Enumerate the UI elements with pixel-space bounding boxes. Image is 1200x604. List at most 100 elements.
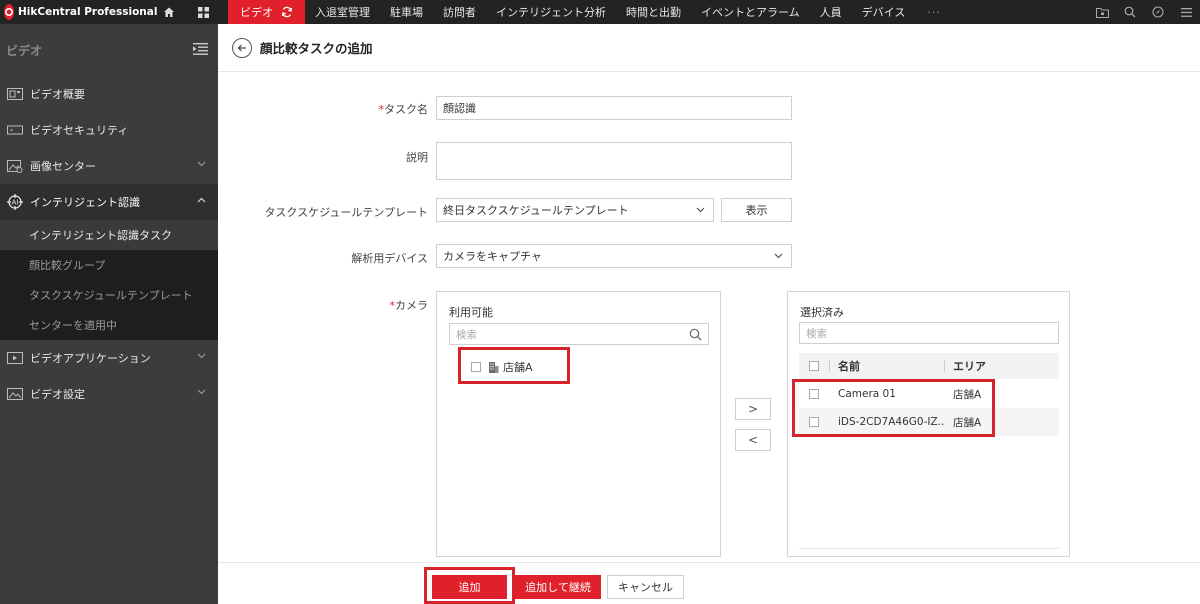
selected-search-input[interactable]: 検索	[799, 322, 1059, 344]
nav-item-parking[interactable]: 駐車場	[380, 0, 433, 24]
chevron-right-icon: >	[747, 402, 759, 416]
available-search-input[interactable]: 検索	[449, 323, 709, 345]
row-checkbox[interactable]	[809, 389, 819, 399]
available-cameras-panel: 利用可能 検索 店舗A	[436, 291, 721, 557]
refresh-icon	[281, 6, 293, 18]
collapse-sidebar-button[interactable]	[193, 42, 208, 58]
camera-label: *カメラ	[389, 299, 429, 312]
nav-more[interactable]: ···	[915, 0, 953, 24]
nav-item-visitor[interactable]: 訪問者	[433, 0, 486, 24]
schedule-template-label: タスクスケジュールテンプレート	[264, 206, 428, 219]
top-right-tools	[1088, 0, 1200, 24]
nav-item-time-attendance[interactable]: 時間と出勤	[616, 0, 691, 24]
page-title: 顔比較タスクの追加	[260, 41, 373, 56]
intelligent-recognition-icon: AI	[6, 193, 24, 211]
chevron-down-icon	[696, 207, 705, 213]
chevron-down-icon	[197, 161, 206, 167]
sidebar: ビデオ ビデオ概要 ビデオセキュリティ 画像センター AI インテリジェント認識…	[0, 24, 218, 604]
back-button[interactable]	[232, 37, 252, 58]
home-button[interactable]	[152, 0, 186, 24]
nav-item-intelligent-analysis[interactable]: インテリジェント分析	[486, 0, 616, 24]
svg-text:AI: AI	[12, 199, 19, 207]
image-center-icon	[6, 157, 24, 175]
camera-name: Camera 01	[838, 388, 896, 400]
sidebar-item-video-overview[interactable]: ビデオ概要	[0, 76, 218, 112]
cancel-button[interactable]: キャンセル	[607, 575, 684, 599]
form-footer: 追加 追加して継続 キャンセル	[218, 562, 1200, 604]
building-icon	[489, 362, 499, 373]
table-row[interactable]: iDS-2CD7A46G0-IZ... 店舗A	[799, 408, 1059, 436]
video-settings-icon	[6, 385, 24, 403]
selected-title: 選択済み	[800, 306, 844, 319]
home-icon	[164, 7, 174, 17]
task-name-input[interactable]: 顔認識	[436, 96, 792, 120]
add-button[interactable]: 追加	[432, 575, 507, 599]
collapse-menu-icon	[193, 42, 208, 55]
camera-area: 店舗A	[953, 388, 982, 401]
chevron-up-icon	[197, 197, 206, 203]
table-bottom-divider	[799, 548, 1059, 549]
brand: HikCentral Professional	[0, 0, 157, 24]
intelligent-recognition-submenu: インテリジェント認識タスク 顔比較グループ タスクスケジュールテンプレート セン…	[0, 220, 218, 340]
sidebar-subitem-schedule-template[interactable]: タスクスケジュールテンプレート	[0, 280, 218, 310]
description-label: 説明	[406, 151, 428, 164]
sidebar-subitem-applying-center[interactable]: センターを適用中	[0, 310, 218, 340]
modules-button[interactable]	[186, 0, 220, 24]
select-all-checkbox[interactable]	[809, 361, 819, 371]
row-checkbox[interactable]	[809, 417, 819, 427]
menu-button[interactable]	[1172, 0, 1200, 24]
chevron-down-icon	[774, 253, 783, 259]
grid-icon	[197, 6, 209, 18]
table-row[interactable]: Camera 01 店舗A	[799, 380, 1059, 408]
move-right-button[interactable]: >	[735, 398, 771, 420]
available-title: 利用可能	[449, 306, 493, 319]
column-header-name: 名前	[838, 360, 860, 373]
page-header: 顔比較タスクの追加	[218, 24, 1200, 72]
nav-item-video[interactable]: ビデオ	[228, 0, 305, 24]
task-name-label: *タスク名	[378, 103, 429, 116]
schedule-template-select[interactable]: 終日タスクスケジュールテンプレート	[436, 198, 714, 222]
top-bar: HikCentral Professional ビデオ 入退室管理 駐車場 訪問…	[0, 0, 1200, 24]
analysis-device-select[interactable]: カメラをキャプチャ	[436, 244, 792, 268]
selected-cameras-panel: 選択済み 検索 名前 エリア Camera 01 店舗A iDS-2CD7A46…	[787, 291, 1070, 557]
tree-node-store-a[interactable]: 店舗A	[471, 359, 533, 375]
nav-item-access-control[interactable]: 入退室管理	[305, 0, 380, 24]
camera-name: iDS-2CD7A46G0-IZ...	[838, 416, 944, 428]
compass-icon	[1152, 6, 1164, 18]
nav-item-devices[interactable]: デバイス	[852, 0, 916, 24]
sidebar-item-video-settings[interactable]: ビデオ設定	[0, 376, 218, 412]
folder-button[interactable]	[1088, 0, 1116, 24]
camera-area: 店舗A	[953, 416, 982, 429]
nav-item-persons[interactable]: 人員	[810, 0, 852, 24]
sidebar-subitem-face-group[interactable]: 顔比較グループ	[0, 250, 218, 280]
sidebar-header: ビデオ	[0, 24, 218, 76]
chevron-down-icon	[197, 353, 206, 359]
selected-table-header: 名前 エリア	[799, 353, 1059, 379]
video-overview-icon	[6, 85, 24, 103]
app-title: HikCentral Professional	[18, 6, 158, 18]
video-security-icon	[6, 121, 24, 139]
maintenance-button[interactable]	[1144, 0, 1172, 24]
search-button[interactable]	[1116, 0, 1144, 24]
chevron-left-icon: <	[747, 433, 759, 447]
nav-item-events-alarms[interactable]: イベントとアラーム	[691, 0, 810, 24]
search-icon	[1124, 6, 1136, 18]
main-nav: ビデオ 入退室管理 駐車場 訪問者 インテリジェント分析 時間と出勤 イベントと…	[228, 0, 953, 24]
search-icon	[689, 328, 702, 341]
add-and-continue-button[interactable]: 追加して継続	[515, 575, 601, 599]
folder-icon	[1095, 7, 1109, 18]
hamburger-menu-icon	[1180, 7, 1192, 17]
checkbox[interactable]	[471, 362, 481, 372]
show-template-button[interactable]: 表示	[721, 198, 792, 222]
sidebar-item-video-security[interactable]: ビデオセキュリティ	[0, 112, 218, 148]
sidebar-item-intelligent-recognition[interactable]: AI インテリジェント認識	[0, 184, 218, 220]
sidebar-item-video-application[interactable]: ビデオアプリケーション	[0, 340, 218, 376]
sidebar-title: ビデオ	[6, 43, 43, 58]
sidebar-item-image-center[interactable]: 画像センター	[0, 148, 218, 184]
hikcentral-logo-icon	[4, 4, 14, 20]
move-left-button[interactable]: <	[735, 429, 771, 451]
description-textarea[interactable]	[436, 142, 792, 180]
sidebar-subitem-recognition-task[interactable]: インテリジェント認識タスク	[0, 220, 218, 250]
arrow-left-icon	[237, 44, 246, 51]
video-application-icon	[6, 349, 24, 367]
